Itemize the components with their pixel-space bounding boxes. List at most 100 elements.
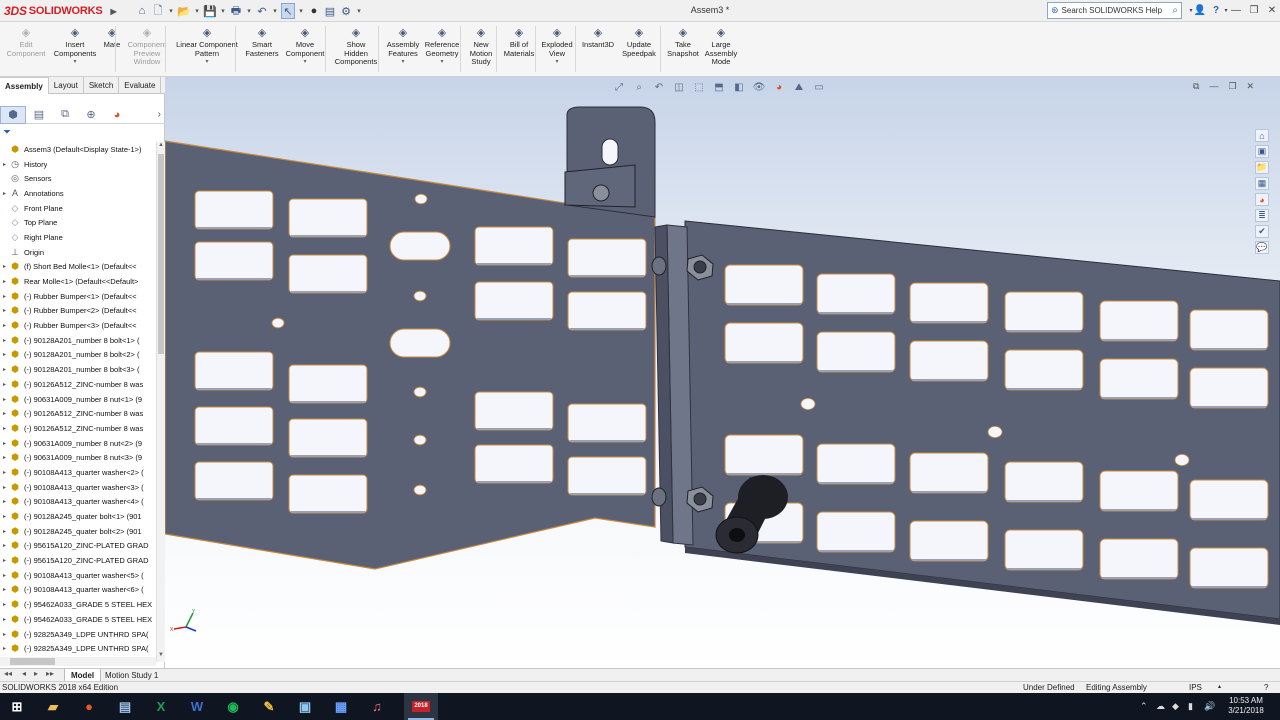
spotify-icon[interactable]: ◉ [216,693,250,720]
tree-item[interactable]: ▸ ⬢ (-) 90108A413_quarter washer<4> ( [0,495,156,510]
tree-item[interactable]: ▸ ⬢ (-) Rubber Bumper<3> (Default<< [0,318,156,333]
expand-arrow-icon[interactable]: ▸ [0,557,9,564]
expand-arrow-icon[interactable]: ▸ [0,631,9,638]
tree-item[interactable]: ▸ ⬢ (-) 90108A413_quarter washer<3> ( [0,480,156,495]
tree-item[interactable]: ▸ ⬢ (-) 90128A245_quater bolt<1> (901 [0,509,156,524]
doc-minimize-icon[interactable]: — [1209,81,1218,92]
expand-arrow-icon[interactable]: ▸ [0,366,9,373]
tree-item[interactable]: ▸ ⬢ (-) 90126A512_ZINC-number 8 was [0,421,156,436]
tray-chevron-icon[interactable]: ⌃ [1140,693,1148,720]
configuration-manager-tab-icon[interactable]: ⧉ [52,106,78,124]
first-tab-icon[interactable]: ◂◂ [4,669,12,678]
new-dropdown-icon[interactable]: ▾ [167,3,175,19]
hide-show-items-icon[interactable]: 👁 [752,81,766,94]
network-icon[interactable]: ▮ [1188,693,1193,720]
tab-sketch[interactable]: Sketch [84,77,120,94]
save-dropdown-icon[interactable]: ▾ [219,3,227,19]
tree-item[interactable]: ▸ ⬢ Rear Molle<1> (Default<<Default> [0,274,156,289]
appearances-icon[interactable]: ◕ [1255,193,1269,206]
tree-item[interactable]: ▸ ⬢ (-) 95615A120_ZINC-PLATED GRAD [0,553,156,568]
file-explorer-icon[interactable]: 📁 [1255,161,1269,174]
remote-desktop-icon[interactable]: ▣ [288,693,322,720]
view-orientation-icon[interactable]: ⬒ [712,81,726,94]
file-explorer-taskbar-icon[interactable]: ▰ [36,693,70,720]
expand-arrow-icon[interactable]: ▸ [0,278,9,285]
edit-component-button[interactable]: ◈ Edit Component [7,26,46,58]
expand-arrow-icon[interactable]: ▸ [0,161,9,168]
tree-item[interactable]: ▸ ⬢ (-) 90126A512_ZINC-number 8 was [0,406,156,421]
next-tab-icon[interactable]: ▸ [34,669,38,678]
person-icon[interactable]: 👤 [1192,2,1208,19]
minimize-icon[interactable]: — [1228,2,1244,19]
tree-item[interactable]: ▸ ⬢ (-) 90108A413_quarter washer<2> ( [0,465,156,480]
solidworks-logo[interactable]: 3DS SOLIDWORKS ▶ [4,2,117,20]
open-icon[interactable]: 📂 [177,3,191,19]
scroll-up-icon[interactable]: ▲ [158,142,164,148]
close-icon[interactable]: ✕ [1264,2,1280,19]
undo-dropdown-icon[interactable]: ▾ [271,3,279,19]
tile-window-icon[interactable]: ⧉ [1193,81,1199,92]
options-dropdown-icon[interactable]: ▾ [355,3,363,19]
open-dropdown-icon[interactable]: ▾ [193,3,201,19]
update-speedpak-button[interactable]: ◈ Update Speedpak [620,26,658,58]
feature-manager-tab-icon[interactable]: ⬢ [0,105,26,124]
solidworks-resources-icon[interactable]: ⌂ [1255,129,1269,142]
tree-vertical-scrollbar[interactable]: ▲ ▼ [156,142,165,662]
tree-item[interactable]: ▸ ⬢ (-) 90128A201_number 8 bolt<1> ( [0,333,156,348]
tab-evaluate[interactable]: Evaluate [119,77,162,94]
help-tip-icon[interactable]: ? [1264,683,1268,692]
help-search-box[interactable]: ⊛ Search SOLIDWORKS Help ⌕ [1047,2,1182,19]
instant3d-button[interactable]: ◈ Instant3D [580,26,616,50]
expand-arrow-icon[interactable]: ▸ [0,645,9,652]
expand-arrow-icon[interactable]: ▸ [0,513,9,520]
doc-close-icon[interactable]: ✕ [1247,81,1255,92]
display-style-icon[interactable]: ◧ [732,81,746,94]
solidworks-taskbar-icon[interactable]: 2018 [404,693,438,720]
expand-arrow-icon[interactable]: ▸ [0,542,9,549]
tree-item[interactable]: ▸ ⬢ (-) Rubber Bumper<1> (Default<< [0,289,156,304]
assembly-model[interactable] [165,77,1280,668]
expand-arrow-icon[interactable]: ▸ [0,190,9,197]
custom-properties-icon[interactable]: ≣ [1255,209,1269,222]
solidworks-forum-icon[interactable]: ✔ [1255,225,1269,238]
smart-fasteners-button[interactable]: ◈ Smart Fasteners [243,26,281,58]
file-properties-icon[interactable]: ▤ [323,3,337,19]
tree-root-assembly[interactable]: ⬢ Assem3 (Default<Display State-1>) [0,142,156,157]
undo-icon[interactable]: ↶ [255,3,269,19]
expand-arrow-icon[interactable]: ▸ [0,337,9,344]
assembly-features-button[interactable]: ◈ Assembly Features ▾ [385,26,421,66]
tree-item[interactable]: ▸ ⬢ (-) 90126A512_ZINC-number 8 was [0,377,156,392]
expand-arrow-icon[interactable]: ▸ [0,351,9,358]
chat-icon[interactable]: 💬 [1255,241,1269,254]
tree-item[interactable]: ▸ ⬢ (-) 90128A201_number 8 bolt<3> ( [0,362,156,377]
tree-item[interactable]: ▸ ⬢ (-) 90128A245_quater bolt<2> (901 [0,524,156,539]
display-manager-tab-icon[interactable]: ◕ [104,106,130,124]
tree-item[interactable]: ◇ Top Plane [0,215,156,230]
property-manager-tab-icon[interactable]: ▤ [26,106,52,124]
graphics-area[interactable]: ⤢ ⌕ ↶ ◫ ⬚ ⬒ ◧ 👁 ◕ ⛰ ▭ ⧉ — ❐ ✕ ⌂ ▣ 📁 ▦ ◕ … [165,77,1280,668]
move-component-button[interactable]: ◈ Move Component ▾ [283,26,327,66]
print-icon[interactable]: 🖶 [229,3,243,19]
tree-item[interactable]: ◇ Right Plane [0,230,156,245]
firefox-icon[interactable]: ● [72,693,106,720]
system-clock[interactable]: 10:53 AM 3/21/2018 [1220,696,1272,716]
photos-icon[interactable]: ▦ [324,693,358,720]
view-palette-icon[interactable]: ▦ [1255,177,1269,190]
section-view-icon[interactable]: ◫ [672,81,686,94]
home-icon[interactable]: ⌂ [135,3,149,19]
exploded-view-button[interactable]: ◈ Exploded View ▾ [539,26,575,66]
select-pointer-icon[interactable]: ↖ [281,3,295,19]
expand-arrow-icon[interactable]: ▸ [0,263,9,270]
prev-tab-icon[interactable]: ◂ [22,669,26,678]
tree-item[interactable]: ▸ ⬢ (-) Rubber Bumper<2> (Default<< [0,304,156,319]
mate-button[interactable]: ◈ Mate [100,26,124,50]
tree-item[interactable]: ▸ ⬢ (-) 90631A009_number 8 nut<1> (9 [0,392,156,407]
zoom-to-area-icon[interactable]: ⌕ [632,81,646,94]
expand-arrow-icon[interactable]: ▸ [0,498,9,505]
view-settings-icon[interactable]: ▭ [812,81,826,94]
insert-components-button[interactable]: ◈ Insert Components ▾ [54,26,97,66]
traffic-light-icon[interactable]: ● [307,3,321,19]
tree-item[interactable]: ▸ ⬢ (-) 95462A033_GRADE 5 STEEL HEX [0,612,156,627]
doc-restore-icon[interactable]: ❐ [1228,81,1236,92]
expand-arrow-icon[interactable]: ▸ [0,469,9,476]
